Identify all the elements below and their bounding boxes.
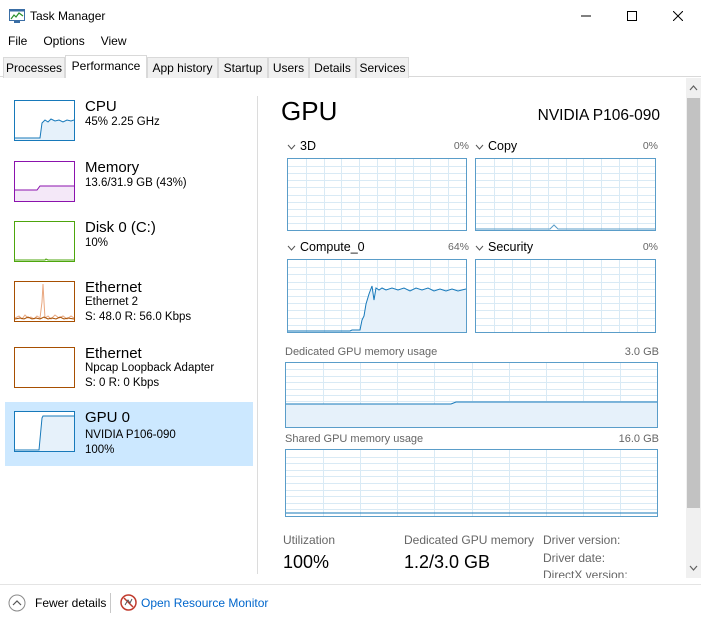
chevron-down-icon [287,245,296,251]
graph-gridlines [286,450,657,516]
sidebar-item-ethernet-2[interactable]: Ethernet Ethernet 2 S: 48.0 R: 56.0 Kbps [5,272,253,336]
sidebar-item-detail: Ethernet 2 [85,296,139,308]
chevron-down-icon [287,144,296,150]
sidebar-item-usage: 100% [85,444,115,456]
shared-memory-label: Shared GPU memory usage [285,433,424,445]
performance-sidebar: CPU 45% 2.25 GHz Memory 13.6/31.9 GB (43… [0,78,258,578]
tab-users[interactable]: Users [268,57,309,78]
chevron-up-circle-icon [8,594,26,612]
graph-gridlines [288,159,466,230]
driver-date-label: Driver date: [543,551,606,565]
engine-selector-3d[interactable]: 3D [287,139,316,153]
tab-performance[interactable]: Performance [65,55,147,78]
chevron-up-icon [689,85,698,91]
sidebar-item-detail: 13.6/31.9 GB (43%) [85,177,187,189]
maximize-icon [627,11,637,21]
engine-graph-3d [287,158,467,231]
gpu-device-name: NVIDIA P106-090 [537,107,660,124]
chevron-down-icon [475,245,484,251]
footer-bar: Fewer details Open Resource Monitor [0,584,701,627]
sidebar-item-disk[interactable]: Disk 0 (C:) 10% [5,212,253,276]
menu-bar: File Options View [0,32,701,52]
sidebar-item-title: GPU 0 [85,409,131,426]
sidebar-item-throughput: S: 0 R: 0 Kbps [85,377,160,389]
sidebar-item-detail: 45% 2.25 GHz [85,116,160,128]
close-button[interactable] [655,0,701,32]
dedicated-memory-graph [285,362,658,428]
sidebar-item-ethernet-npcap[interactable]: Ethernet Npcap Loopback Adapter S: 0 R: … [5,338,253,402]
graph-gridlines [476,260,655,332]
ethernet-thumbnail-graph [14,281,75,322]
gpu-thumbnail-graph [14,411,75,452]
vertical-scrollbar[interactable] [686,78,701,578]
shared-memory-max: 16.0 GB [618,433,659,445]
disk-thumbnail-graph [14,221,75,262]
scroll-down-button[interactable] [686,560,701,576]
fewer-details-button[interactable] [8,594,26,612]
utilization-value: 100% [283,552,330,572]
sidebar-item-detail: 10% [85,237,109,249]
engine-selector-copy[interactable]: Copy [475,139,517,153]
sidebar-item-title: Memory [85,159,140,176]
scroll-up-button[interactable] [686,80,701,96]
directx-clip: DirectX version: [543,568,663,578]
engine-percent: 0% [642,241,658,253]
sidebar-item-cpu[interactable]: CPU 45% 2.25 GHz [5,91,253,155]
tab-startup[interactable]: Startup [218,57,268,78]
sidebar-item-title: Disk 0 (C:) [85,219,156,236]
page-title: GPU [281,96,338,126]
sidebar-item-title: Ethernet [85,279,142,296]
tab-strip: Processes Performance App history Startu… [0,55,701,78]
tab-app-history[interactable]: App history [147,57,218,78]
task-manager-icon [9,9,25,23]
sidebar-item-title: Ethernet [85,345,142,362]
cpu-thumbnail-graph [14,100,75,141]
dedicated-memory-max: 3.0 GB [624,346,659,358]
engine-percent: 0% [642,140,658,152]
utilization-label: Utilization [283,533,336,547]
sidebar-item-memory[interactable]: Memory 13.6/31.9 GB (43%) [5,152,253,216]
dedicated-memory-stat-label: Dedicated GPU memory [404,533,535,547]
open-resource-monitor-link[interactable]: Open Resource Monitor [141,596,268,610]
sidebar-item-throughput: S: 48.0 R: 56.0 Kbps [85,311,192,323]
engine-selector-security[interactable]: Security [475,240,533,254]
sidebar-item-gpu-0[interactable]: GPU 0 NVIDIA P106-090 100% [5,402,253,466]
directx-version-label: DirectX version: [543,568,628,578]
memory-thumbnail-graph [14,161,75,202]
window-title: Task Manager [30,9,106,23]
maximize-button[interactable] [609,0,655,32]
graph-gridlines [476,159,655,230]
shared-memory-graph [285,449,658,517]
tab-processes[interactable]: Processes [3,57,65,78]
sidebar-item-detail: Npcap Loopback Adapter [85,362,215,374]
engine-graph-copy [475,158,656,231]
chevron-down-icon [475,144,484,150]
scroll-thumb[interactable] [687,98,700,508]
dedicated-memory-label: Dedicated GPU memory usage [285,346,438,358]
menu-file[interactable]: File [0,32,35,52]
engine-percent: 64% [447,241,469,253]
driver-version-label: Driver version: [543,533,621,547]
engine-graph-security [475,259,656,333]
resource-monitor-icon[interactable] [120,594,137,611]
minimize-button[interactable] [563,0,609,32]
sidebar-item-title: CPU [85,98,117,115]
gpu-detail-panel: GPU NVIDIA P106-090 3D 0% Copy 0% Comput… [258,78,686,578]
footer-separator [110,593,111,613]
minimize-icon [581,15,591,17]
menu-options[interactable]: Options [35,32,92,52]
fewer-details-link[interactable]: Fewer details [35,596,106,610]
title-bar: Task Manager [0,0,701,32]
tab-services[interactable]: Services [356,57,409,78]
close-icon [673,11,683,21]
tab-details[interactable]: Details [309,57,356,78]
engine-graph-compute-0 [287,259,467,333]
sidebar-item-detail: NVIDIA P106-090 [85,429,176,441]
chevron-down-icon [689,565,698,571]
dedicated-memory-stat-value: 1.2/3.0 GB [404,552,491,572]
engine-percent: 0% [453,140,469,152]
ethernet-thumbnail-graph [14,347,75,388]
menu-view[interactable]: View [93,32,135,52]
engine-selector-compute-0[interactable]: Compute_0 [287,240,365,254]
